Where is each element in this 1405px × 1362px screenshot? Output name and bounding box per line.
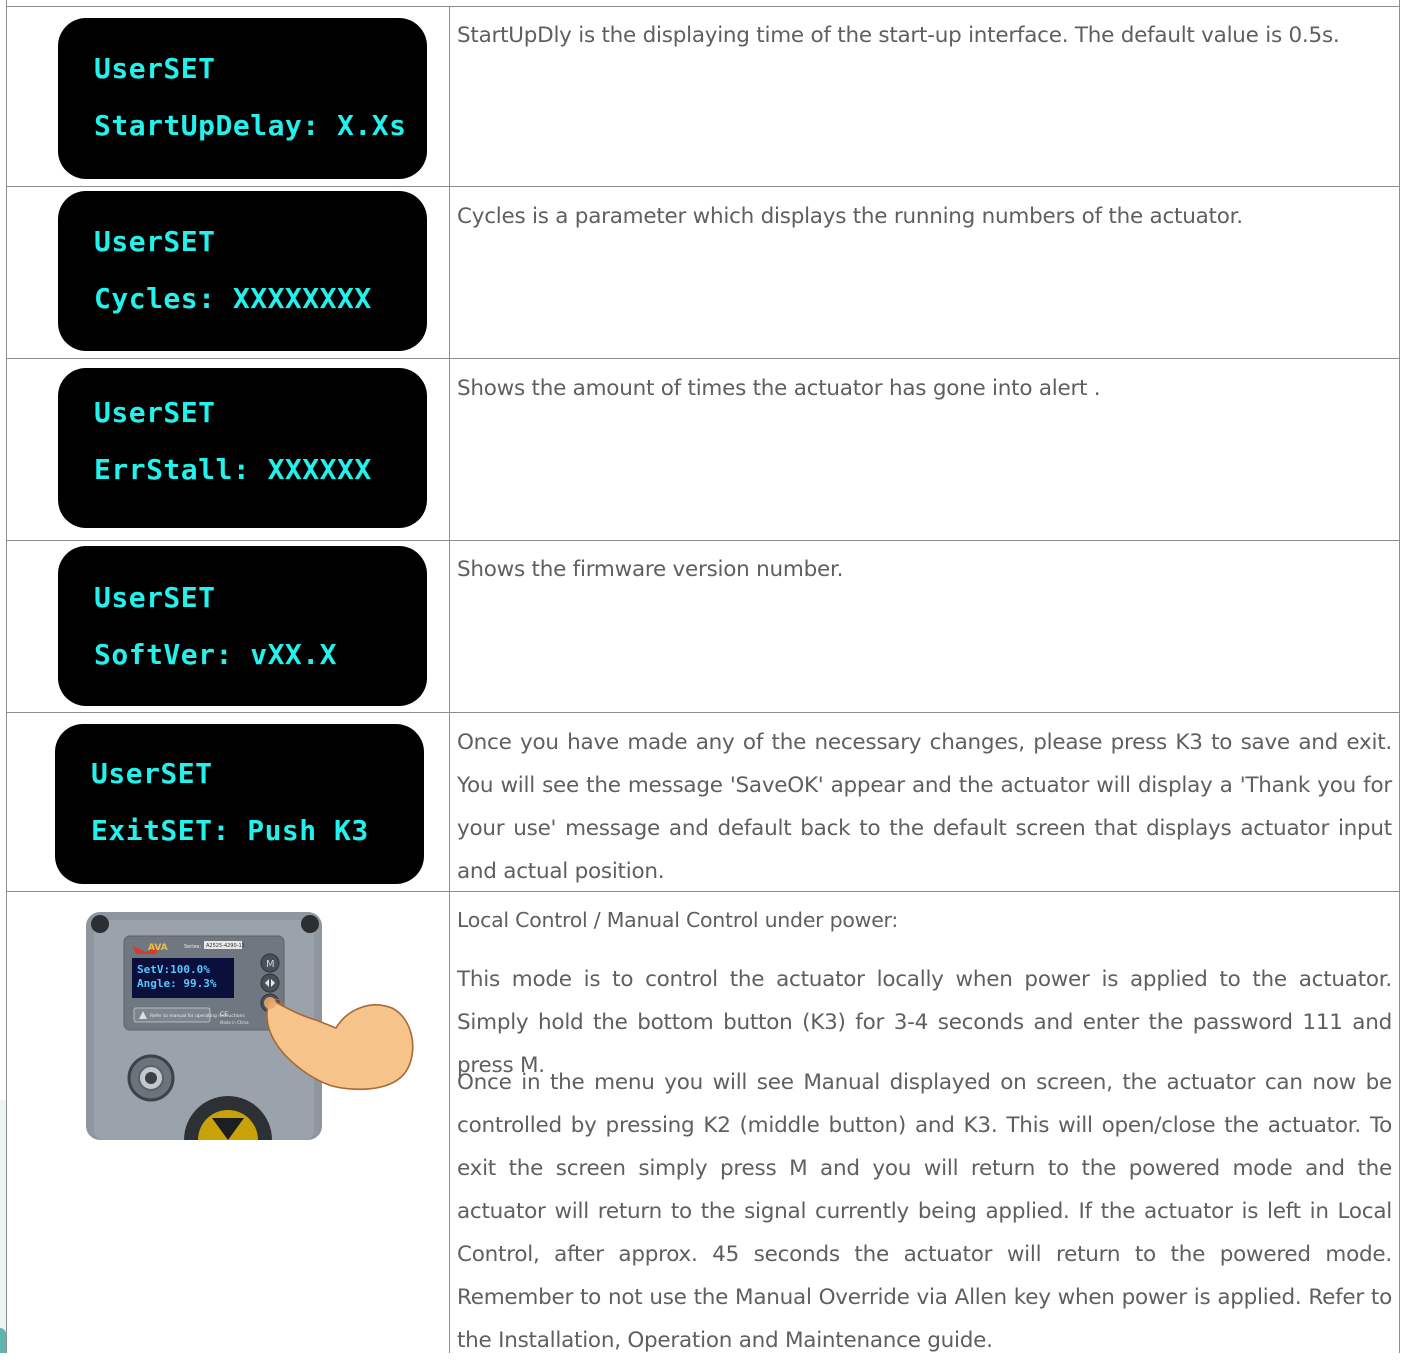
ce-mark: CE (220, 1011, 228, 1018)
button-k2 (260, 973, 280, 993)
lcd-value: StartUpDelay: X.Xs (94, 109, 407, 142)
made-in-label: Made in China (220, 1020, 249, 1025)
lcd-value: SoftVer: vXX.X (94, 638, 338, 671)
lcd-title: UserSET (94, 225, 216, 258)
table-rule (7, 540, 1399, 541)
actuator-device-illustration: AVA Series: A2525-4290-11 SetV:100.0% An… (86, 912, 414, 1140)
table-rule (7, 712, 1399, 713)
svg-text:M: M (266, 959, 275, 970)
lcd-value: Cycles: XXXXXXXX (94, 282, 372, 315)
series-label: Series: (184, 944, 201, 950)
table-rule (7, 6, 1399, 7)
allen-key-socket-icon (145, 1072, 157, 1084)
lcd-screen-cycles: UserSET Cycles: XXXXXXXX (58, 191, 427, 351)
lcd-screen-exitset: UserSET ExitSET: Push K3 (55, 724, 424, 884)
local-control-paragraph-2: Once in the menu you will see Manual dis… (457, 1070, 1392, 1353)
screw-icon (301, 915, 319, 933)
exitset-description: Once you have made any of the necessary … (457, 730, 1392, 884)
startup-delay-description: StartUpDly is the displaying time of the… (457, 23, 1340, 48)
lcd-screen-startup-delay: UserSET StartUpDelay: X.Xs (58, 18, 427, 179)
lcd-screen-softver: UserSET SoftVer: vXX.X (58, 546, 427, 706)
brand-label: AVA (148, 943, 168, 953)
lcd-title: UserSET (91, 757, 213, 790)
lcd-value: ErrStall: XXXXXX (94, 453, 372, 486)
errstall-description: Shows the amount of times the actuator h… (457, 376, 1101, 401)
table-rule (7, 358, 1399, 359)
device-display-line2: Angle: 99.3% (137, 977, 217, 990)
device-display-line1: SetV:100.0% (137, 963, 210, 976)
local-control-heading: Local Control / Manual Control under pow… (457, 908, 899, 932)
lcd-title: UserSET (94, 396, 216, 429)
warning-label: Refer to manual for operating instructio… (150, 1013, 245, 1019)
lcd-title: UserSET (94, 581, 216, 614)
lcd-value: ExitSET: Push K3 (91, 814, 369, 847)
lcd-screen-errstall: UserSET ErrStall: XXXXXX (58, 368, 427, 528)
table-rule (7, 186, 1399, 187)
screw-icon (91, 915, 109, 933)
softver-description: Shows the firmware version number. (457, 557, 844, 582)
series-code: A2525-4290-11 (206, 943, 245, 949)
column-divider (449, 6, 450, 1353)
lcd-title: UserSET (94, 52, 216, 85)
cycles-description: Cycles is a parameter which displays the… (457, 204, 1243, 229)
